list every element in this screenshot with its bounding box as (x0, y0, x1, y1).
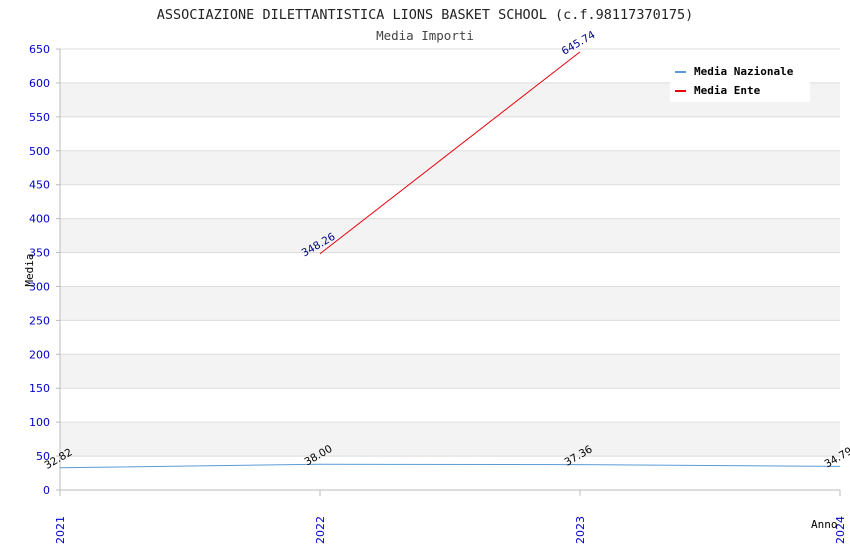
x-tick-label: 2021 (54, 516, 67, 544)
legend: Media Nazionale Media Ente (670, 60, 810, 102)
y-tick-label: 650 (29, 43, 50, 56)
line-chart: 050100150200250300350400450500550600650 … (23, 7, 850, 544)
grid-band (60, 286, 840, 321)
grid-band (60, 218, 840, 253)
grid-band (60, 422, 840, 457)
y-tick-label: 0 (43, 484, 50, 497)
background-bands (60, 82, 840, 457)
x-tick-label: 2023 (574, 516, 587, 544)
y-axis-label: Media (23, 253, 36, 286)
y-tick-label: 150 (29, 382, 50, 395)
y-tick-label: 200 (29, 348, 50, 361)
x-tick-labels: 2021 2022 2023 2024 (54, 516, 847, 544)
grid-band (60, 150, 840, 185)
y-tick-label: 250 (29, 314, 50, 327)
series-line-0 (59, 463, 841, 469)
legend-entry: Media Ente (694, 84, 761, 97)
x-axis-label: Anno (811, 518, 838, 531)
grid-band (60, 354, 840, 389)
y-tick-label: 600 (29, 77, 50, 90)
y-tick-label: 450 (29, 179, 50, 192)
legend-entry: Media Nazionale (694, 65, 794, 78)
y-tick-label: 550 (29, 111, 50, 124)
y-tick-label: 400 (29, 213, 50, 226)
y-tick-label: 100 (29, 416, 50, 429)
chart-subtitle: Media Importi (376, 28, 474, 43)
chart-title: ASSOCIAZIONE DILETTANTISTICA LIONS BASKE… (157, 7, 693, 23)
x-tick-label: 2022 (314, 516, 327, 544)
y-tick-label: 500 (29, 145, 50, 158)
